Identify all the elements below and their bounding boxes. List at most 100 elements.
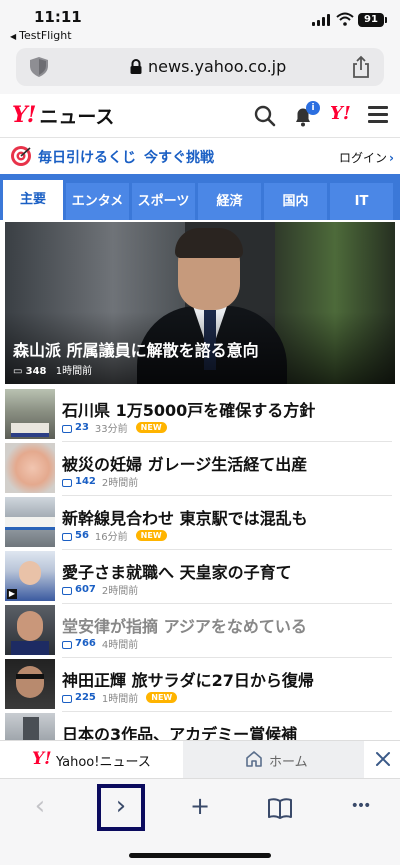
category-tabs: 主要 エンタメ スポーツ 経済 国内 IT xyxy=(0,174,400,220)
hero-title[interactable]: 森山派 所属議員に解散を諮る意向 xyxy=(13,337,259,361)
hero-time: 1時間前 xyxy=(55,366,93,377)
yahoo-account-icon[interactable]: Y! xyxy=(330,103,351,124)
add-tab-button[interactable]: + xyxy=(180,793,220,823)
news-time: 2時間前 xyxy=(101,478,139,489)
news-title[interactable]: 石川県 1万5000戸を確保する方針 xyxy=(62,397,315,421)
comment-icon xyxy=(62,586,72,595)
news-title[interactable]: 堂安律が指摘 アジアをなめている xyxy=(62,613,307,637)
news-title[interactable]: 被災の妊婦 ガレージ生活経て出産 xyxy=(62,451,307,475)
search-icon[interactable] xyxy=(253,104,277,128)
news-item[interactable]: 石川県 1万5000戸を確保する方針 23 33分前 NEW xyxy=(0,389,400,443)
news-time: 33分前 xyxy=(94,424,128,435)
comment-count: 766 xyxy=(75,638,96,649)
tab-it[interactable]: IT xyxy=(330,183,393,220)
comment-count: 142 xyxy=(75,476,96,487)
news-thumbnail xyxy=(5,443,55,493)
hero-comment-count: 348 xyxy=(25,366,47,377)
target-icon xyxy=(11,146,31,166)
news-meta: 766 4時間前 xyxy=(62,636,138,651)
comment-icon xyxy=(62,532,72,541)
hero-meta: ▭ 348 1時間前 xyxy=(13,362,92,377)
comment-icon xyxy=(62,424,72,433)
back-app-label: TestFlight xyxy=(19,29,72,42)
comment-icon: ▭ xyxy=(13,366,23,377)
news-thumbnail xyxy=(5,497,55,547)
hamburger-menu-icon[interactable] xyxy=(368,106,388,124)
address-bar[interactable]: news.yahoo.co.jp xyxy=(16,48,384,86)
privacy-shield-icon[interactable] xyxy=(28,56,50,78)
url-text[interactable]: news.yahoo.co.jp xyxy=(148,57,286,76)
status-bar: 11:11 ◀ TestFlight 91 xyxy=(0,0,400,44)
news-title[interactable]: 神田正輝 旅サラダに27日から復帰 xyxy=(62,667,314,691)
share-icon[interactable] xyxy=(350,55,372,79)
new-badge: NEW xyxy=(135,422,167,433)
news-item[interactable]: 新幹線見合わせ 東京駅では混乱も 56 16分前 NEW xyxy=(0,497,400,551)
comment-count: 225 xyxy=(75,692,96,703)
yahoo-logo-mark: Y! xyxy=(32,749,52,769)
yahoo-logo-mark: Y! xyxy=(12,102,36,128)
try-now-link[interactable]: 今すぐ挑戦 xyxy=(144,147,214,167)
news-time: 2時間前 xyxy=(101,586,139,597)
tab-home-label: ホーム xyxy=(269,755,308,770)
more-button[interactable]: ••• xyxy=(340,793,380,823)
yahoo-news-logo[interactable]: Y! ニュース xyxy=(12,102,114,128)
news-thumbnail xyxy=(5,605,55,655)
tab-home[interactable]: ホーム xyxy=(183,741,364,779)
battery-icon: 91 xyxy=(358,13,387,27)
status-time: 11:11 xyxy=(34,8,82,26)
chevron-right-icon: › xyxy=(389,151,394,165)
new-badge: NEW xyxy=(135,530,167,541)
hero-article[interactable]: 森山派 所属議員に解散を諮る意向 ▭ 348 1時間前 xyxy=(5,222,395,384)
tab-yahoo-news[interactable]: Y! Yahoo!ニュース xyxy=(0,741,183,779)
news-meta: 56 16分前 NEW xyxy=(62,528,167,543)
news-time: 4時間前 xyxy=(101,640,139,651)
comment-icon xyxy=(62,694,72,703)
lottery-banner[interactable]: 毎日引けるくじ 今すぐ挑戦 ログイン › xyxy=(0,138,400,174)
tab-yahoo-news-label: Yahoo!ニュース xyxy=(56,755,151,770)
comment-count: 56 xyxy=(75,530,89,541)
close-icon[interactable] xyxy=(374,750,392,768)
news-item[interactable]: 神田正輝 旅サラダに27日から復帰 225 1時間前 NEW xyxy=(0,659,400,713)
tab-main[interactable]: 主要 xyxy=(3,180,63,220)
comment-count: 23 xyxy=(75,422,89,433)
lock-icon xyxy=(130,59,142,74)
tab-economy[interactable]: 経済 xyxy=(198,183,261,220)
back-button[interactable]: ‹ xyxy=(20,793,60,823)
cellular-signal-icon xyxy=(312,14,330,26)
news-meta: 142 2時間前 xyxy=(62,474,138,489)
bookmarks-icon[interactable] xyxy=(260,793,300,823)
daily-lottery-text[interactable]: 毎日引けるくじ xyxy=(38,147,136,167)
comment-count: 607 xyxy=(75,584,96,595)
site-bottom-tabs: Y! Yahoo!ニュース ホーム xyxy=(0,740,400,779)
news-meta: 23 33分前 NEW xyxy=(62,420,167,435)
home-icon xyxy=(246,751,262,767)
login-link[interactable]: ログイン › xyxy=(339,149,394,166)
wifi-icon xyxy=(336,12,354,26)
news-meta: 225 1時間前 NEW xyxy=(62,690,178,705)
browser-address-area: news.yahoo.co.jp xyxy=(0,44,400,94)
comment-icon xyxy=(62,640,72,649)
back-to-app-link[interactable]: ◀ TestFlight xyxy=(10,29,72,42)
news-meta: 607 2時間前 xyxy=(62,582,138,597)
forward-button[interactable]: › xyxy=(101,793,141,823)
news-title[interactable]: 愛子さま就職へ 天皇家の子育て xyxy=(62,559,292,583)
news-item[interactable]: 被災の妊婦 ガレージ生活経て出産 142 2時間前 xyxy=(0,443,400,497)
news-time: 16分前 xyxy=(94,532,128,543)
notification-badge: i xyxy=(306,101,320,115)
news-title[interactable]: 新幹線見合わせ 東京駅では混乱も xyxy=(62,505,308,529)
news-thumbnail xyxy=(5,389,55,439)
tab-sports[interactable]: スポーツ xyxy=(132,183,195,220)
comment-icon xyxy=(62,478,72,487)
home-indicator xyxy=(129,853,271,858)
logo-label: ニュース xyxy=(39,105,115,128)
tab-entertainment[interactable]: エンタメ xyxy=(66,183,129,220)
new-badge: NEW xyxy=(146,692,178,703)
news-thumbnail xyxy=(5,659,55,709)
browser-toolbar: ‹ › + ••• xyxy=(0,778,400,865)
news-time: 1時間前 xyxy=(101,694,139,705)
news-item[interactable]: 堂安律が指摘 アジアをなめている 766 4時間前 xyxy=(0,605,400,659)
news-thumbnail: ▶ xyxy=(5,551,55,601)
tab-domestic[interactable]: 国内 xyxy=(264,183,327,220)
login-label: ログイン xyxy=(339,151,388,165)
news-item[interactable]: ▶ 愛子さま就職へ 天皇家の子育て 607 2時間前 xyxy=(0,551,400,605)
